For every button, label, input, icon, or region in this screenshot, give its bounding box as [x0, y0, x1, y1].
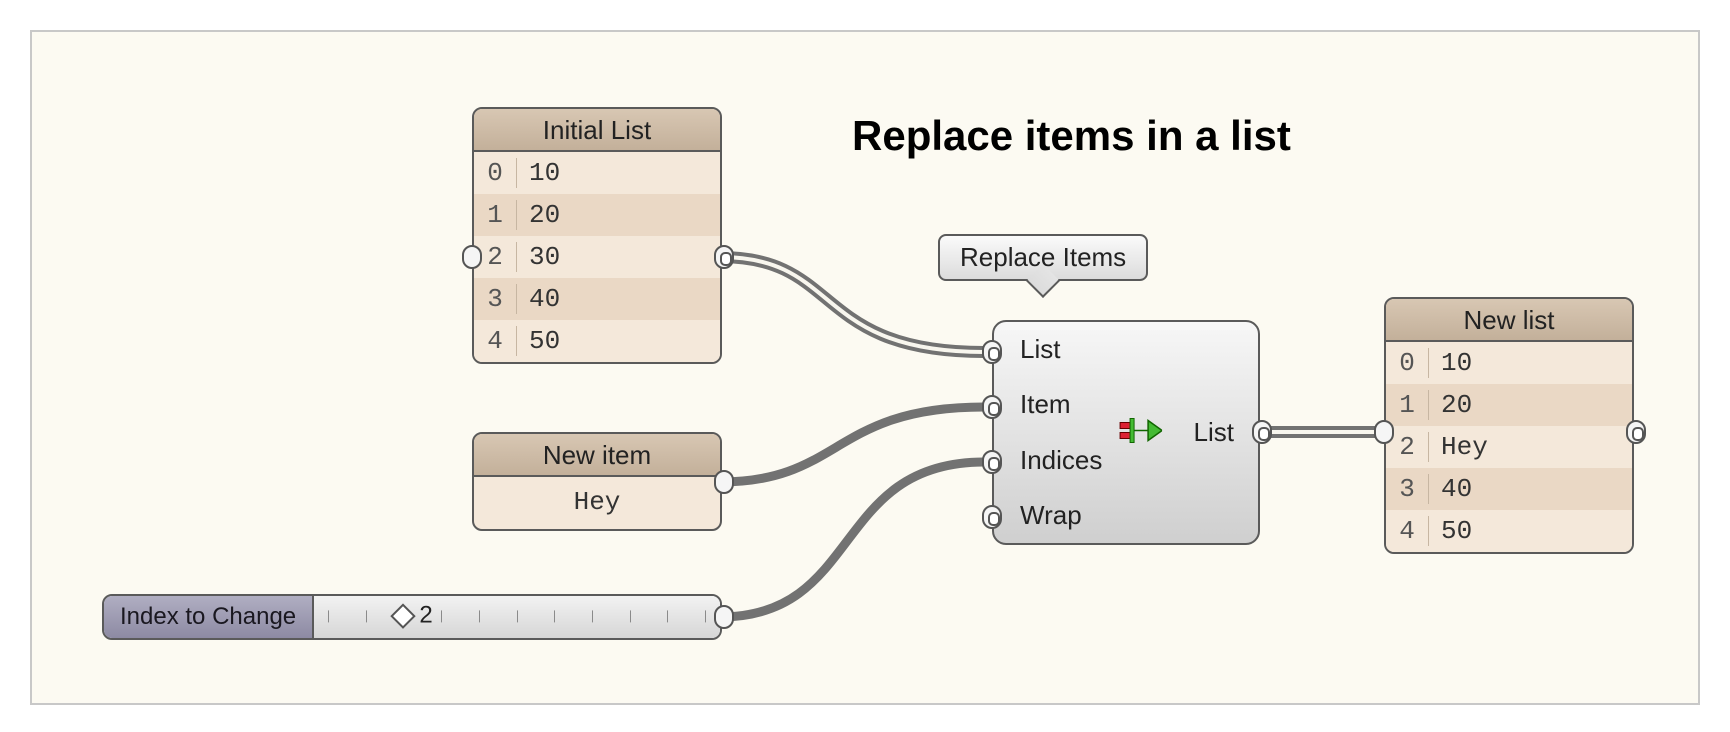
index-slider[interactable]: Index to Change 2 [102, 594, 722, 640]
slider-value: 2 [419, 602, 432, 630]
slider-label: Index to Change [104, 596, 314, 638]
panel-rows: 010 120 2Hey 340 450 [1386, 342, 1632, 552]
component-tooltip: Replace Items [938, 234, 1148, 281]
output-port-label[interactable]: List [1194, 417, 1234, 448]
panel-title: Initial List [474, 109, 720, 152]
port-grip[interactable] [462, 245, 482, 269]
panel-value: Hey [474, 477, 720, 529]
initial-list-panel[interactable]: Initial List 010 120 230 340 450 [472, 107, 722, 364]
input-port-label[interactable]: Indices [1020, 445, 1102, 476]
diagram-title: Replace items in a list [852, 112, 1291, 160]
slider-track[interactable]: 2 [314, 596, 720, 638]
port-grip[interactable] [982, 395, 1002, 419]
replace-items-icon [1118, 408, 1162, 457]
input-port-label[interactable]: List [1020, 334, 1102, 365]
list-row: 010 [1386, 342, 1632, 384]
list-row: 450 [1386, 510, 1632, 552]
list-row: 340 [474, 278, 720, 320]
list-row: 010 [474, 152, 720, 194]
list-row: 450 [474, 320, 720, 362]
replace-items-component[interactable]: List Item Indices Wrap List [992, 320, 1260, 545]
grasshopper-canvas[interactable]: Replace items in a list Initial List 010… [30, 30, 1700, 705]
component-outputs: List [1194, 322, 1234, 543]
port-grip[interactable] [982, 505, 1002, 529]
input-port-label[interactable]: Wrap [1020, 500, 1102, 531]
slider-thumb[interactable] [391, 603, 416, 628]
panel-title: New item [474, 434, 720, 477]
port-grip[interactable] [1252, 420, 1272, 444]
new-list-panel[interactable]: New list 010 120 2Hey 340 450 [1384, 297, 1634, 554]
slider-ticks [328, 616, 706, 617]
list-row: 340 [1386, 468, 1632, 510]
list-row: 120 [474, 194, 720, 236]
port-grip[interactable] [714, 245, 734, 269]
port-grip[interactable] [714, 470, 734, 494]
port-grip[interactable] [1374, 420, 1394, 444]
list-row: 230 [474, 236, 720, 278]
port-grip[interactable] [982, 450, 1002, 474]
panel-rows: 010 120 230 340 450 [474, 152, 720, 362]
input-port-label[interactable]: Item [1020, 389, 1102, 420]
port-grip[interactable] [982, 340, 1002, 364]
list-row: 120 [1386, 384, 1632, 426]
component-inputs: List Item Indices Wrap [1020, 322, 1102, 543]
new-item-panel[interactable]: New item Hey [472, 432, 722, 531]
port-grip[interactable] [1626, 420, 1646, 444]
panel-title: New list [1386, 299, 1632, 342]
list-row: 2Hey [1386, 426, 1632, 468]
port-grip[interactable] [714, 605, 734, 629]
